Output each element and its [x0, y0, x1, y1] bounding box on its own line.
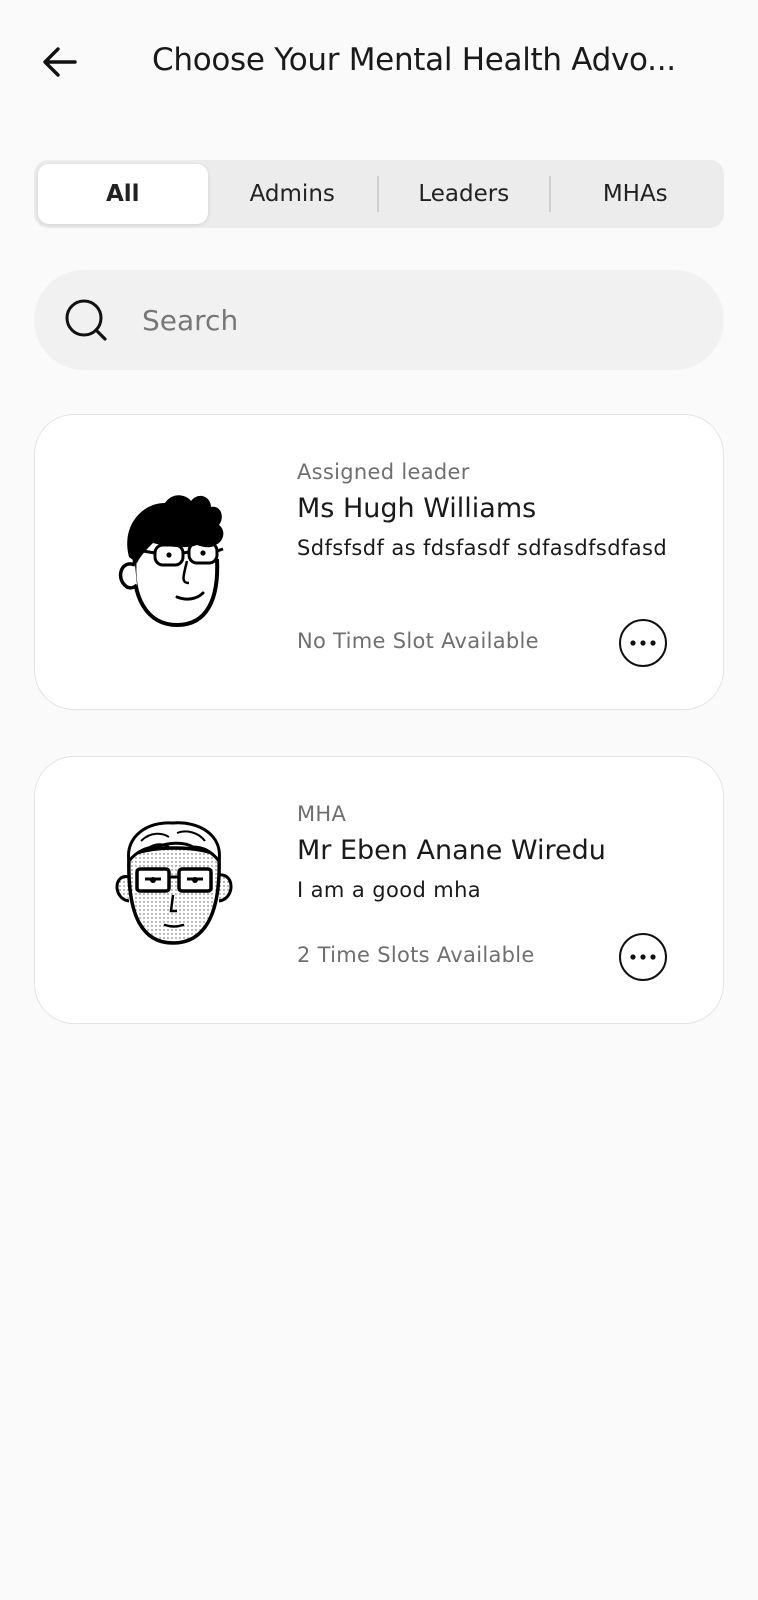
more-options-button[interactable]	[619, 933, 667, 981]
tab-all[interactable]: All	[38, 164, 208, 224]
advocate-info: MHA Mr Eben Anane Wiredu I am a good mha	[297, 799, 697, 905]
avatar	[107, 817, 237, 967]
search-bar[interactable]	[34, 270, 724, 370]
advocate-info: Assigned leader Ms Hugh Williams Sdfsfsd…	[297, 457, 697, 563]
tab-mhas[interactable]: MHAs	[551, 164, 721, 224]
page-title: Choose Your Mental Health Advo...	[152, 42, 676, 78]
filter-tabs: All Admins Leaders MHAs	[34, 160, 724, 228]
advocate-card[interactable]: Assigned leader Ms Hugh Williams Sdfsfsd…	[34, 414, 724, 710]
advocate-bio: I am a good mha	[297, 878, 482, 902]
advocate-card[interactable]: MHA Mr Eben Anane Wiredu I am a good mha…	[34, 756, 724, 1024]
search-icon	[62, 296, 110, 344]
more-horizontal-icon	[630, 640, 656, 646]
availability-text: 2 Time Slots Available	[297, 943, 535, 967]
advocate-picker-screen: Choose Your Mental Health Advo... All Ad…	[0, 0, 758, 1600]
more-options-button[interactable]	[619, 619, 667, 667]
advocate-name: Mr Eben Anane Wiredu	[297, 835, 606, 866]
back-button[interactable]	[36, 38, 84, 86]
tab-admins[interactable]: Admins	[208, 164, 378, 224]
availability-text: No Time Slot Available	[297, 629, 539, 653]
advocate-name: Ms Hugh Williams	[297, 493, 537, 524]
advocate-role: MHA	[297, 802, 347, 826]
tab-leaders[interactable]: Leaders	[379, 164, 549, 224]
header: Choose Your Mental Health Advo...	[0, 0, 758, 120]
more-horizontal-icon	[630, 954, 656, 960]
avatar	[107, 487, 237, 637]
search-input[interactable]	[142, 303, 662, 337]
advocate-bio: Sdfsfsdf as fdsfasdf sdfasdfsdfasd	[297, 536, 668, 560]
arrow-left-icon	[43, 47, 77, 77]
advocate-role: Assigned leader	[297, 460, 470, 484]
